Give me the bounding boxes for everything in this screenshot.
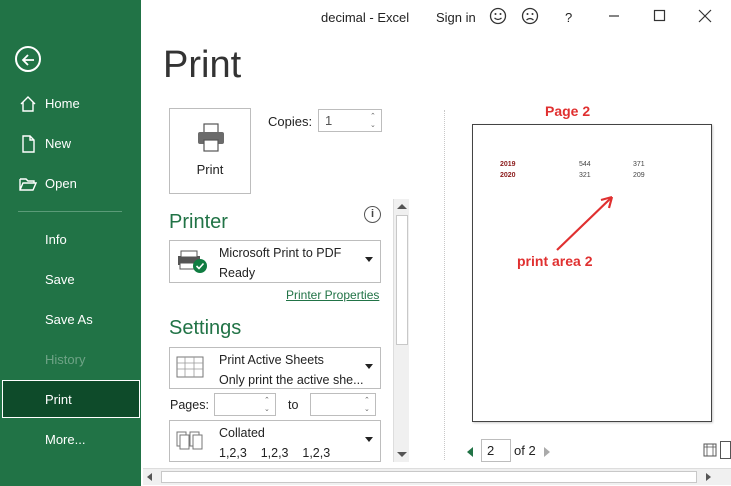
preview-cell-value: 321	[579, 172, 591, 179]
print-preview-page	[472, 124, 712, 422]
chevron-down-icon	[365, 364, 373, 369]
sidebar-item-label: History	[45, 351, 86, 367]
chevron-down-icon	[365, 257, 373, 262]
pages-to-label: to	[288, 398, 299, 412]
sidebar-item-label: Save As	[45, 311, 93, 327]
sidebar-item-label: More...	[45, 431, 86, 447]
preview-cell-value: 544	[579, 161, 591, 168]
sidebar-item-home[interactable]: Home	[0, 84, 141, 122]
spin-down-icon[interactable]: ⌄	[370, 121, 378, 130]
scroll-down-icon[interactable]	[397, 452, 407, 457]
worksheet-icon	[176, 356, 204, 385]
frown-feedback-icon[interactable]	[521, 7, 539, 28]
scroll-left-icon[interactable]	[147, 473, 152, 481]
sidebar-item-label: New	[45, 135, 72, 151]
smile-feedback-icon[interactable]	[489, 7, 507, 28]
preview-cell-year: 2020	[500, 172, 516, 179]
collated-pages-icon	[176, 429, 208, 458]
printer-ready-icon	[176, 249, 210, 280]
title-bar: decimal - Excel Sign in ?	[141, 0, 731, 34]
back-arrow-icon[interactable]	[15, 46, 41, 72]
info-icon[interactable]: i	[364, 206, 381, 223]
sidebar-item-save[interactable]: Save	[0, 260, 141, 298]
printer-dropdown[interactable]: Microsoft Print to PDF Ready	[169, 240, 381, 283]
copies-label: Copies:	[268, 114, 313, 129]
copies-stepper[interactable]: 1 ⌃ ⌄	[318, 109, 382, 132]
preview-cell-value: 371	[633, 161, 645, 168]
next-page-icon[interactable]	[543, 444, 551, 462]
print-scope-subtitle: Only print the active she...	[219, 373, 364, 387]
sidebar-item-open[interactable]: Open	[0, 164, 141, 202]
previous-page-icon[interactable]	[466, 444, 474, 462]
new-document-icon	[19, 135, 37, 153]
preview-cell-year: 2019	[500, 161, 516, 168]
show-margins-icon[interactable]	[703, 443, 717, 462]
printer-heading: Printer	[169, 211, 228, 233]
spin-up-icon[interactable]: ⌃	[370, 112, 378, 121]
printer-name: Microsoft Print to PDF	[219, 246, 342, 260]
sidebar-item-label: Info	[45, 231, 67, 247]
print-button-label: Print	[196, 162, 224, 177]
spin-down-icon[interactable]: ⌄	[264, 405, 272, 414]
sidebar-item-history: History	[0, 340, 141, 378]
page-title: Print	[163, 44, 242, 86]
print-button[interactable]: Print	[169, 108, 251, 194]
home-icon	[19, 95, 37, 113]
settings-scrollbar[interactable]	[393, 199, 409, 462]
chevron-down-icon	[365, 437, 373, 442]
annotation-label: print area 2	[517, 253, 593, 269]
sidebar-item-label: Home	[45, 95, 80, 111]
print-scope-title: Print Active Sheets	[219, 353, 324, 367]
printer-properties-link[interactable]: Printer Properties	[286, 288, 379, 302]
preview-cell-value: 209	[633, 172, 645, 179]
page-number-label: Page 2	[545, 103, 591, 119]
sidebar-item-new[interactable]: New	[0, 124, 141, 162]
collation-order: 1,2,3 1,2,3 1,2,3	[219, 446, 331, 460]
page-count: of 2	[514, 443, 536, 458]
sidebar-item-label: Open	[45, 175, 77, 191]
maximize-icon[interactable]	[653, 9, 667, 26]
horizontal-scrollbar[interactable]	[143, 468, 731, 485]
spin-up-icon[interactable]: ⌃	[364, 396, 372, 405]
spin-down-icon[interactable]: ⌄	[364, 405, 372, 414]
sidebar-item-save-as[interactable]: Save As	[0, 300, 141, 338]
sidebar-item-label: Print	[45, 391, 72, 407]
annotation-arrow-icon	[556, 195, 614, 251]
sidebar-divider	[18, 211, 122, 212]
sidebar-item-print[interactable]: Print	[2, 380, 140, 418]
page-number-input[interactable]: 2	[481, 439, 511, 462]
pages-from-stepper[interactable]: ⌃ ⌄	[214, 393, 276, 416]
collation-title: Collated	[219, 426, 265, 440]
sidebar-item-more[interactable]: More...	[0, 420, 141, 458]
close-icon[interactable]	[698, 9, 712, 26]
collation-dropdown[interactable]: Collated 1,2,3 1,2,3 1,2,3	[169, 420, 381, 462]
copies-value: 1	[325, 113, 333, 128]
printer-status: Ready	[219, 266, 256, 280]
pane-divider	[444, 110, 445, 460]
sidebar-item-info[interactable]: Info	[0, 220, 141, 258]
scroll-up-icon[interactable]	[397, 204, 407, 209]
open-folder-icon	[19, 175, 38, 193]
sidebar-item-label: Save	[45, 271, 75, 287]
print-scope-dropdown[interactable]: Print Active Sheets Only print the activ…	[169, 347, 381, 389]
pages-label: Pages:	[170, 398, 209, 412]
zoom-to-page-icon[interactable]	[720, 441, 731, 464]
pages-to-stepper[interactable]: ⌃ ⌄	[310, 393, 376, 416]
sign-in-link[interactable]: Sign in	[436, 10, 476, 25]
scrollbar-thumb[interactable]	[396, 215, 408, 345]
scrollbar-thumb[interactable]	[161, 471, 697, 483]
spin-up-icon[interactable]: ⌃	[264, 396, 272, 405]
window-title: decimal - Excel	[321, 10, 410, 25]
help-button[interactable]: ?	[565, 10, 572, 25]
settings-heading: Settings	[169, 317, 242, 339]
printer-icon	[198, 123, 224, 152]
minimize-icon[interactable]	[607, 8, 621, 25]
backstage-sidebar: Home New Open Info Save Save As History	[0, 0, 141, 486]
scroll-right-icon[interactable]	[706, 473, 711, 481]
